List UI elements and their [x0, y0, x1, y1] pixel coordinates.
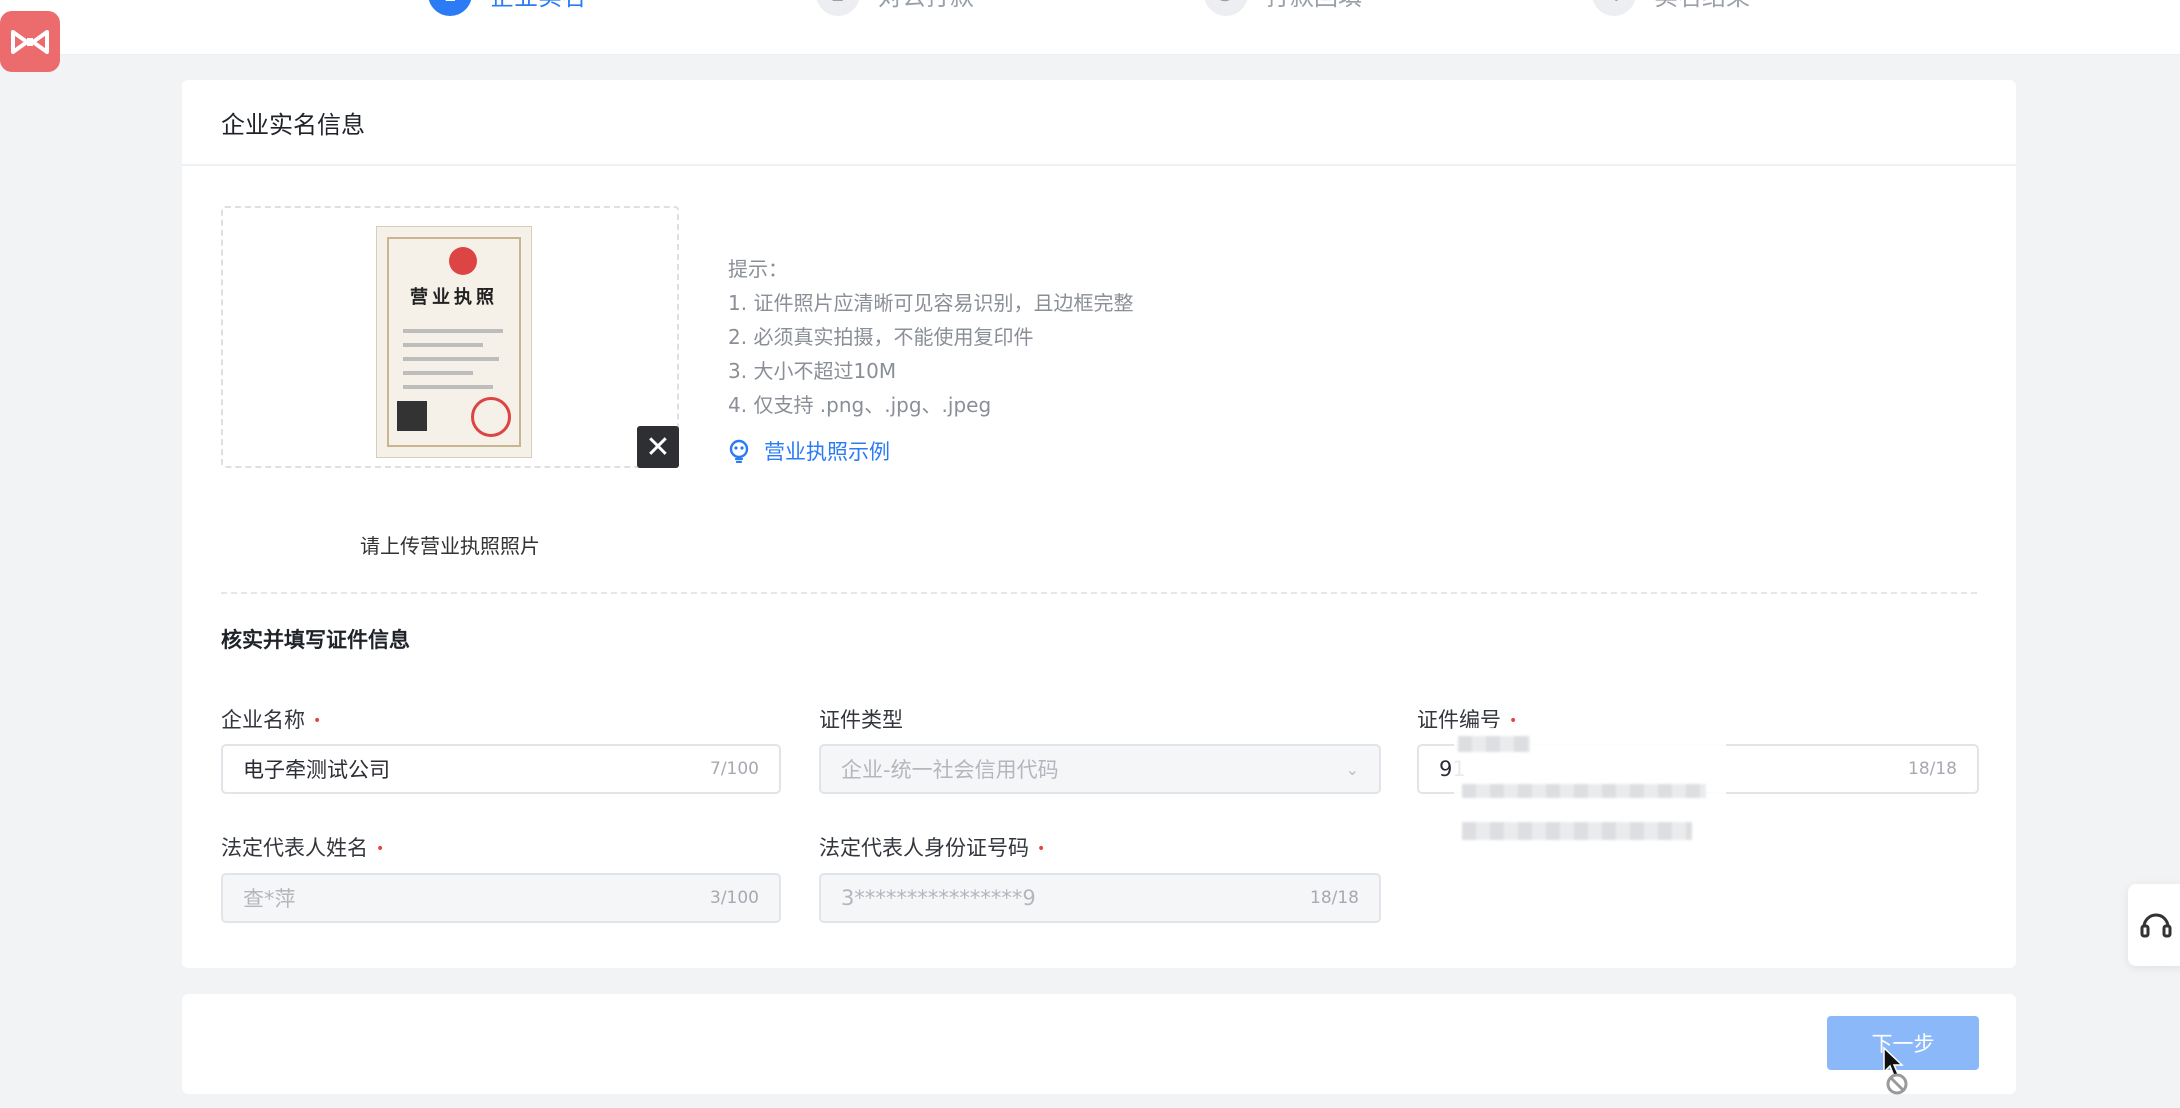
legal-rep-name-counter: 3/100 [710, 888, 759, 908]
legal-rep-name-value: 查*萍 [243, 887, 296, 911]
cert-type-label: 证件类型 [819, 708, 903, 732]
legal-rep-id-value: 3****************9 [841, 886, 1036, 910]
required-mark: • [1509, 713, 1518, 729]
blurred-text [1458, 736, 1530, 752]
step-4-number: 4 [1592, 0, 1636, 16]
legal-rep-id-counter: 18/18 [1310, 888, 1359, 908]
form-section-title: 核实并填写证件信息 [221, 628, 410, 652]
company-name-label: 企业名称 • [221, 708, 322, 732]
remove-image-button[interactable]: ✕ [637, 426, 679, 468]
cert-number-counter: 18/18 [1908, 759, 1957, 779]
legal-rep-id-input: 3****************9 18/18 [819, 873, 1381, 923]
company-name-input[interactable]: 电子牵测试公司 7/100 [221, 744, 781, 794]
legal-rep-name-label: 法定代表人姓名 • [221, 836, 385, 860]
bowtie-logo-icon [11, 29, 49, 54]
blurred-text [1462, 784, 1706, 798]
tip-item: 3. 大小不超过10M [728, 359, 897, 383]
step-4-label: 实名结果 [1654, 0, 1750, 12]
step-3-number: 3 [1204, 0, 1248, 16]
qr-code-icon [397, 401, 427, 431]
seal-icon [471, 397, 511, 437]
legal-rep-id-label: 法定代表人身份证号码 • [819, 836, 1046, 860]
step-2: 2 对公打款 [816, 0, 974, 16]
required-mark: • [376, 841, 385, 857]
blurred-text [1462, 822, 1692, 840]
top-step-bar: 1 企业实名 2 对公打款 3 打款回填 4 实名结果 [0, 0, 2180, 55]
footer-action-bar: 下一步 [182, 994, 2016, 1094]
step-2-label: 对公打款 [878, 0, 974, 12]
company-name-value: 电子牵测试公司 [243, 758, 390, 782]
app-logo [0, 11, 60, 72]
step-3: 3 打款回填 [1204, 0, 1362, 16]
emblem-icon [449, 247, 477, 275]
enterprise-verification-card: 企业实名信息 营业执照 ✕ 请上传营业执照照片 提示： 1. 证件照片应清晰可见… [182, 80, 2016, 968]
section-divider [221, 592, 1977, 594]
required-mark: • [1037, 841, 1046, 857]
required-mark: • [313, 713, 322, 729]
license-example-link[interactable]: 营业执照示例 [728, 436, 890, 466]
step-1: 1 企业实名 [428, 0, 586, 16]
not-allowed-cursor-icon [1883, 1046, 1908, 1095]
tip-item: 2. 必须真实拍摄，不能使用复印件 [728, 325, 1034, 349]
step-2-number: 2 [816, 0, 860, 16]
tips-heading: 提示： [728, 257, 788, 281]
license-image-title: 营业执照 [410, 287, 498, 308]
upload-tips: 提示： 1. 证件照片应清晰可见容易识别，且边框完整 2. 必须真实拍摄，不能使… [728, 252, 1133, 422]
legal-rep-name-input: 查*萍 3/100 [221, 873, 781, 923]
tip-item: 1. 证件照片应清晰可见容易识别，且边框完整 [728, 291, 1134, 315]
upload-caption: 请上传营业执照照片 [360, 534, 540, 558]
lightbulb-icon [729, 439, 749, 463]
tip-item: 4. 仅支持 .png、.jpg、.jpeg [728, 393, 992, 417]
card-title: 企业实名信息 [182, 80, 2016, 166]
customer-support-button[interactable] [2128, 884, 2180, 966]
license-thumbnail: 营业执照 [376, 226, 532, 458]
cert-type-select: 企业-统一社会信用代码 ⌄ [819, 744, 1381, 794]
step-4: 4 实名结果 [1592, 0, 1750, 16]
license-example-label: 营业执照示例 [764, 440, 890, 464]
cert-type-value: 企业-统一社会信用代码 [841, 758, 1059, 782]
step-1-number: 1 [428, 0, 472, 16]
step-3-label: 打款回填 [1266, 0, 1362, 12]
step-1-label: 企业实名 [490, 0, 586, 12]
license-upload-area[interactable]: 营业执照 ✕ [221, 206, 679, 468]
headset-icon [2140, 913, 2172, 938]
company-name-counter: 7/100 [710, 759, 759, 779]
chevron-down-icon: ⌄ [1345, 759, 1359, 779]
